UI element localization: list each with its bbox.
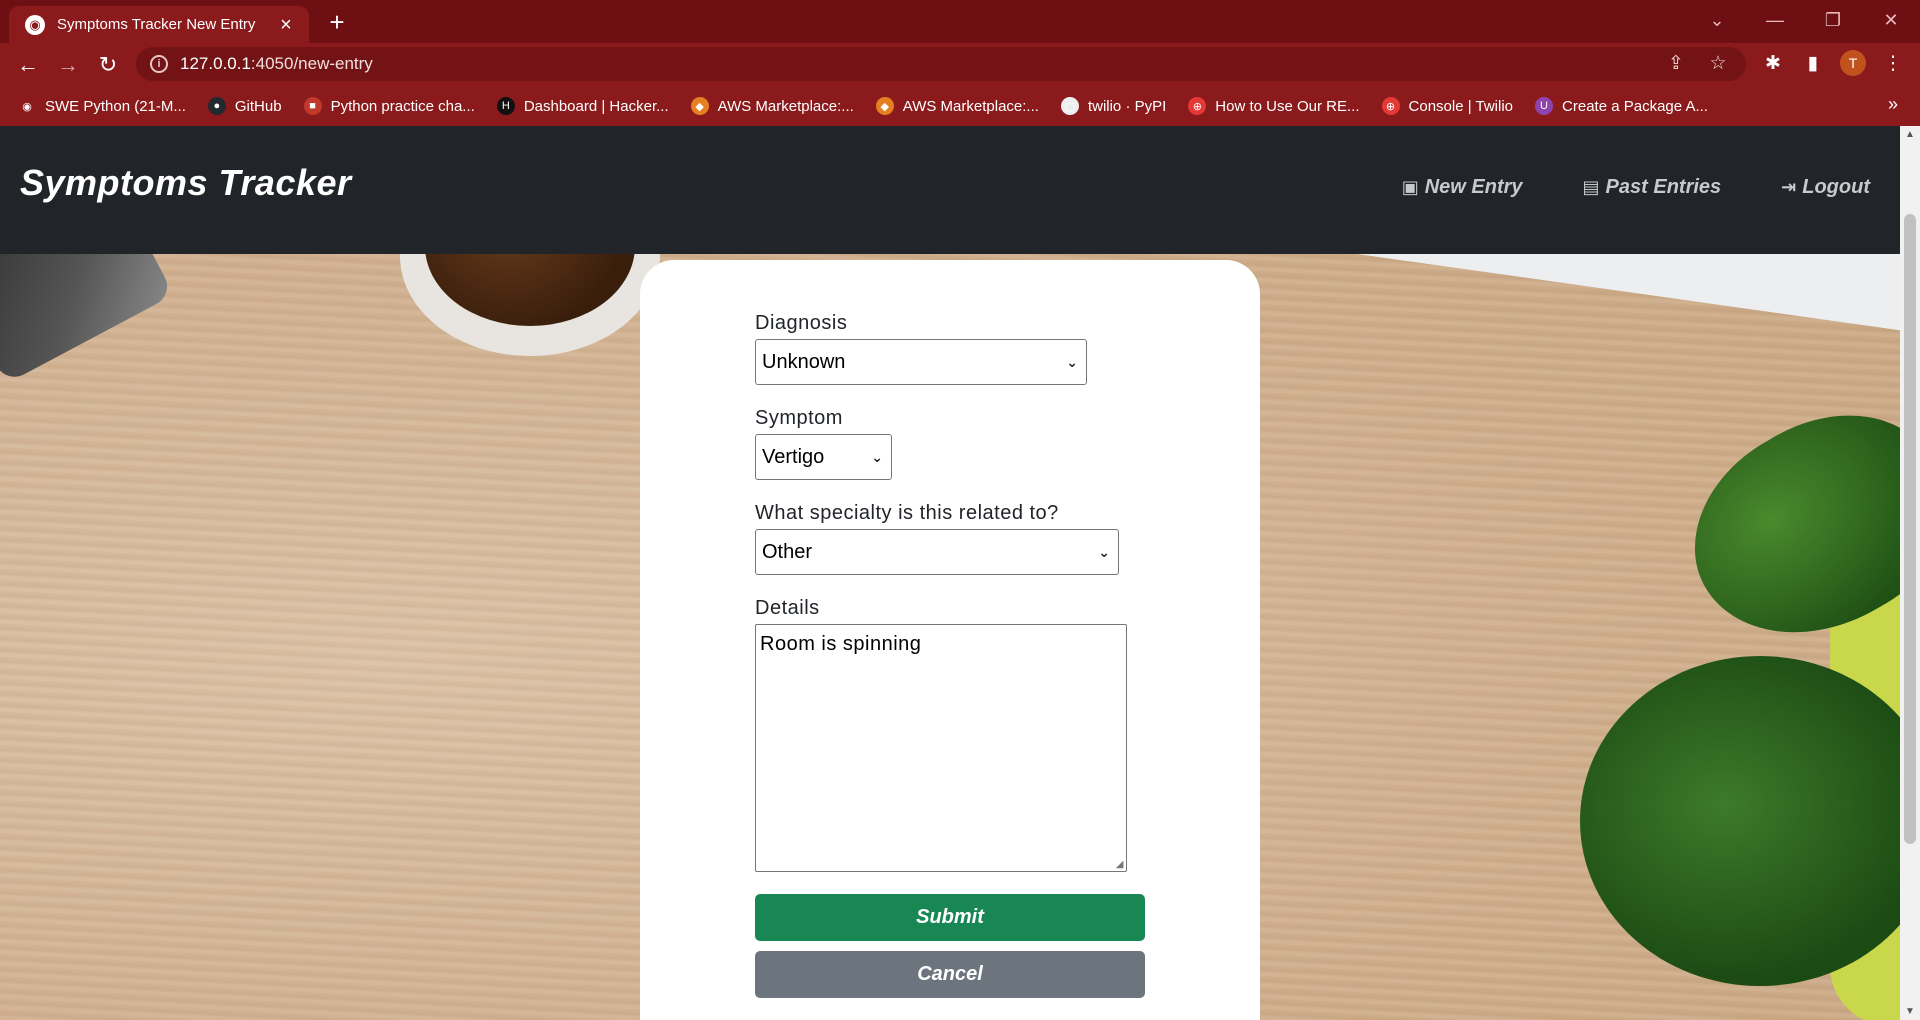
forward-button[interactable]: → [52, 49, 84, 81]
new-entry-form: Diagnosis Unknown ⌄ Symptom Vertigo ⌄ Wh… [755, 312, 1145, 1008]
chevron-down-icon: ⌄ [1066, 353, 1078, 370]
chevron-down-icon: ⌄ [1098, 543, 1110, 560]
browser-tab[interactable]: ◉ Symptoms Tracker New Entry × [9, 6, 309, 43]
share-icon[interactable]: ⇪ [1664, 52, 1688, 75]
hackerrank-icon: H [496, 97, 515, 115]
page-viewport: ⌘ cmd alt Symptoms Tracker ▣ New Entry ▤… [0, 126, 1900, 1020]
twilio-icon: ⊕ [1188, 97, 1207, 115]
bookmark-label: GitHub [234, 97, 282, 115]
symptom-select[interactable]: Vertigo ⌄ [755, 434, 892, 480]
back-button[interactable]: ← [12, 49, 44, 81]
logout-icon: ⇥ [1781, 177, 1797, 197]
bookmark-label: How to Use Our RE... [1215, 97, 1360, 115]
bookmark-item[interactable]: ◆ AWS Marketplace:... [690, 97, 854, 115]
details-label: Details [755, 597, 820, 619]
extensions-puzzle-icon[interactable]: ✱ [1760, 52, 1786, 75]
more-bookmarks-chevron-icon[interactable]: » [1888, 94, 1898, 115]
tab-title: Symptoms Tracker New Entry [57, 16, 256, 33]
diagnosis-label: Diagnosis [755, 312, 848, 334]
submit-button[interactable]: Submit [755, 894, 1145, 941]
bookmark-label: AWS Marketplace:... [902, 97, 1039, 115]
bookmark-label: Dashboard | Hacker... [523, 97, 669, 115]
specialty-label: What specialty is this related to? [755, 502, 1059, 524]
journal-icon: ▤ [1582, 177, 1600, 197]
twilio-icon: ⊕ [1381, 97, 1400, 115]
globe-icon: ◉ [18, 97, 36, 115]
bookmark-item[interactable]: ◆ AWS Marketplace:... [875, 97, 1039, 115]
bookmark-label: Create a Package A... [1562, 97, 1708, 115]
close-window-button[interactable]: ✕ [1862, 0, 1920, 40]
scroll-down-icon[interactable]: ▼ [1905, 1006, 1915, 1017]
bookmark-item[interactable]: ■ Python practice cha... [303, 97, 475, 115]
bookmark-item[interactable]: ◉ SWE Python (21-M... [18, 97, 186, 115]
bookmark-star-icon[interactable]: ☆ [1706, 52, 1730, 75]
background-leaf-image [1580, 656, 1900, 986]
resize-handle-icon[interactable]: ◢ [1116, 859, 1124, 870]
tab-search-icon[interactable]: ⌄ [1688, 0, 1746, 40]
browser-toolbar: ← → ↻ i 127.0.0.1:4050/new-entry ⇪ ☆ ✱ ▮… [0, 43, 1920, 86]
page-scrollbar[interactable]: ▲ ▼ [1900, 126, 1920, 1020]
nav-links: ▣ New Entry ▤ Past Entries ⇥ Logout [1402, 176, 1870, 199]
bookmark-item[interactable]: ▢ twilio · PyPI [1060, 97, 1167, 115]
aws-icon: ◆ [875, 97, 894, 115]
details-text: Room is spinning [760, 633, 922, 655]
diagnosis-selected-value: Unknown [762, 350, 846, 373]
restore-button[interactable]: ❐ [1804, 0, 1862, 40]
new-tab-button[interactable]: + [322, 8, 352, 38]
nav-link-label: Past Entries [1605, 176, 1722, 198]
symptom-selected-value: Vertigo [762, 445, 825, 468]
menu-kebab-icon[interactable]: ⋮ [1880, 52, 1906, 75]
brand-title[interactable]: Symptoms Tracker [20, 162, 352, 204]
bookmark-label: twilio · PyPI [1087, 97, 1167, 115]
site-navbar: Symptoms Tracker ▣ New Entry ▤ Past Entr… [0, 126, 1900, 254]
address-bar[interactable]: i 127.0.0.1:4050/new-entry ⇪ ☆ [136, 47, 1746, 81]
url-text: 127.0.0.1:4050/new-entry [180, 54, 373, 73]
bookmark-item[interactable]: ⊕ How to Use Our RE... [1188, 97, 1360, 115]
github-icon: ● [207, 97, 226, 115]
package-icon: ▢ [1060, 97, 1079, 115]
nav-link-label: New Entry [1424, 176, 1523, 198]
window-controls: ⌄ — ❐ ✕ [1688, 0, 1920, 40]
symptom-label: Symptom [755, 407, 843, 429]
shield-icon: U [1535, 97, 1554, 115]
site-info-icon[interactable]: i [150, 55, 168, 73]
bookmark-label: SWE Python (21-M... [45, 97, 186, 115]
specialty-selected-value: Other [762, 540, 813, 563]
details-textarea[interactable]: Room is spinning ◢ [755, 624, 1127, 872]
aws-icon: ◆ [690, 97, 709, 115]
side-panel-icon[interactable]: ▮ [1800, 52, 1826, 75]
nav-logout-link[interactable]: ⇥ Logout [1781, 176, 1870, 199]
chevron-down-icon: ⌄ [871, 448, 883, 465]
globe-icon: ◉ [25, 14, 45, 35]
diagnosis-select[interactable]: Unknown ⌄ [755, 339, 1087, 385]
profile-avatar[interactable]: T [1840, 50, 1866, 76]
browser-tab-strip: ◉ Symptoms Tracker New Entry × + ⌄ — ❐ ✕ [0, 0, 1920, 43]
cancel-button[interactable]: Cancel [755, 951, 1145, 998]
scroll-up-icon[interactable]: ▲ [1905, 129, 1915, 140]
nav-new-entry-link[interactable]: ▣ New Entry [1402, 176, 1523, 199]
bookmark-label: Python practice cha... [330, 97, 475, 115]
bookmark-item[interactable]: ⊕ Console | Twilio [1381, 97, 1514, 115]
specialty-select[interactable]: Other ⌄ [755, 529, 1119, 575]
bookmark-item[interactable]: H Dashboard | Hacker... [496, 97, 669, 115]
nav-past-entries-link[interactable]: ▤ Past Entries [1583, 176, 1722, 199]
close-tab-icon[interactable]: × [275, 15, 297, 35]
minimize-button[interactable]: — [1746, 0, 1804, 40]
scrollbar-thumb[interactable] [1904, 214, 1916, 844]
file-plus-icon: ▣ [1401, 177, 1419, 197]
bookmark-label: AWS Marketplace:... [717, 97, 854, 115]
bookmark-item[interactable]: U Create a Package A... [1535, 97, 1708, 115]
bookmarks-bar: ◉ SWE Python (21-M... ● GitHub ■ Python pract… [0, 86, 1920, 126]
bookmark-item[interactable]: ● GitHub [207, 97, 282, 115]
bookmark-icon: ■ [303, 97, 322, 115]
reload-button[interactable]: ↻ [92, 49, 124, 81]
new-entry-card: Diagnosis Unknown ⌄ Symptom Vertigo ⌄ Wh… [640, 260, 1260, 1020]
bookmark-label: Console | Twilio [1408, 97, 1514, 115]
nav-link-label: Logout [1802, 176, 1870, 198]
